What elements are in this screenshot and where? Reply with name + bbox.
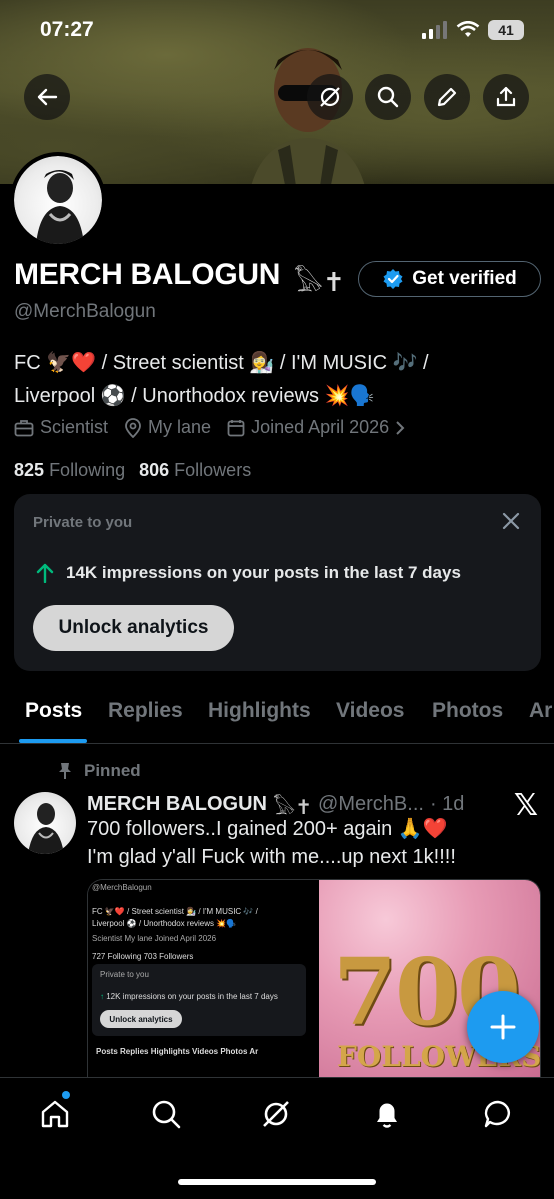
- private-card-title: Private to you: [33, 514, 133, 531]
- plus-icon: [490, 1014, 516, 1040]
- mini-meta: Scientist My lane Joined April 2026: [92, 934, 217, 943]
- joined-text: Joined April 2026: [251, 417, 390, 437]
- occupation-text: Scientist: [40, 417, 109, 437]
- message-icon: [484, 1100, 510, 1128]
- location-text: My lane: [148, 417, 212, 437]
- post-author-name[interactable]: MERCH BALOGUN: [87, 793, 267, 816]
- profile-tabs: Posts Replies Highlights Videos Photos A…: [0, 680, 554, 744]
- location-icon: [125, 417, 141, 438]
- pinned-text: Pinned: [84, 761, 141, 780]
- close-card-button[interactable]: [501, 511, 521, 536]
- share-icon: [496, 86, 516, 107]
- post-avatar-image: [28, 803, 64, 854]
- tab-videos[interactable]: Videos: [336, 699, 404, 723]
- status-time: 07:27: [40, 18, 94, 41]
- edit-icon: [437, 87, 457, 107]
- arrow-up-icon: [36, 563, 54, 583]
- close-icon: [502, 512, 520, 530]
- post-author-handle: @MerchB...: [318, 793, 424, 815]
- mini-bio: FC 🦅❤️ / Street scientist 👩‍🔬 / I'M MUSI…: [92, 906, 314, 930]
- nav-search[interactable]: [148, 1096, 184, 1132]
- bio-line: Liverpool ⚽ / Unorthodox reviews 💥🗣️: [14, 385, 375, 407]
- compose-button[interactable]: [467, 991, 539, 1063]
- briefcase-icon: [14, 419, 34, 436]
- bio-line: FC 🦅❤️ / Street scientist 👩‍🔬 / I'M MUSI…: [14, 352, 429, 374]
- profile-name-emoji: 𓅃✝: [294, 267, 345, 297]
- back-button[interactable]: [24, 74, 70, 120]
- profile-bio: FC 🦅❤️ / Street scientist 👩‍🔬 / I'M MUSI…: [14, 347, 534, 413]
- following-label: Following: [49, 460, 126, 480]
- profile-joined[interactable]: Joined April 2026: [227, 417, 405, 438]
- mini-bio-line: FC 🦅❤️ / Street scientist 👩‍🔬 / I'M MUSI…: [92, 907, 258, 916]
- grok-button[interactable]: [307, 74, 353, 120]
- mini-unlock: Unlock analytics: [100, 1010, 182, 1028]
- home-notification-dot: [62, 1091, 70, 1099]
- share-button[interactable]: [483, 74, 529, 120]
- profile-meta: Scientist My lane Joined April 2026: [14, 417, 405, 438]
- profile-avatar[interactable]: [10, 152, 106, 248]
- mini-follows: 727 Following 703 Followers: [92, 952, 194, 961]
- impressions-row: 14K impressions on your posts in the las…: [36, 563, 461, 583]
- tab-articles[interactable]: Ar: [529, 699, 552, 723]
- battery-indicator: 41: [488, 20, 524, 40]
- mini-tabs: Posts Replies Highlights Videos Photos A…: [96, 1047, 259, 1056]
- chevron-right-icon: [396, 420, 405, 435]
- wifi-icon: [456, 21, 480, 37]
- pinned-label: Pinned: [58, 761, 141, 781]
- followers-link[interactable]: 806 Followers: [139, 460, 251, 481]
- bell-icon: [377, 1103, 397, 1128]
- status-bar: 07:27 41: [0, 0, 554, 60]
- grok-nav-icon: [263, 1101, 289, 1127]
- get-verified-label: Get verified: [412, 268, 517, 289]
- search-nav-icon: [152, 1100, 181, 1129]
- signal-icon: [422, 21, 447, 39]
- x-logo-icon: 𝕏: [513, 789, 538, 822]
- tab-photos[interactable]: Photos: [432, 699, 503, 723]
- mini-impressions: ↑ 12K impressions on your posts in the l…: [100, 992, 278, 1001]
- follow-stats: 825 Following 806 Followers: [14, 460, 251, 481]
- calendar-icon: [227, 419, 245, 436]
- unlock-analytics-button[interactable]: Unlock analytics: [33, 605, 234, 651]
- get-verified-button[interactable]: Get verified: [358, 261, 541, 297]
- followers-label: Followers: [174, 460, 252, 480]
- profile-handle: @MerchBalogun: [14, 301, 156, 322]
- mini-private: Private to you: [100, 970, 149, 979]
- grok-icon: [320, 87, 340, 107]
- post-author-avatar[interactable]: [14, 792, 76, 854]
- tab-posts[interactable]: Posts: [25, 699, 82, 723]
- nav-grok[interactable]: [258, 1096, 294, 1132]
- home-icon: [41, 1100, 69, 1128]
- following-link[interactable]: 825 Following: [14, 460, 125, 481]
- media-screenshot: @MerchBalogun FC 🦅❤️ / Street scientist …: [88, 880, 317, 1077]
- profile-location: My lane: [124, 417, 211, 438]
- edit-button[interactable]: [424, 74, 470, 120]
- avatar-image: [36, 170, 84, 244]
- active-tab-indicator: [19, 739, 87, 743]
- post-age: · 1d: [429, 793, 465, 815]
- followers-count: 806: [139, 460, 170, 480]
- impressions-text: 14K impressions on your posts in the las…: [66, 563, 461, 582]
- post-text-line: I'm glad y'all Fuck with me....up next 1…: [87, 846, 456, 868]
- nav-messages[interactable]: [480, 1096, 516, 1132]
- back-icon: [37, 88, 58, 106]
- following-count: 825: [14, 460, 45, 480]
- tab-highlights[interactable]: Highlights: [208, 699, 311, 723]
- post-text: 700 followers..I gained 200+ again 🙏❤️ I…: [87, 815, 507, 871]
- nav-notifications[interactable]: [369, 1096, 405, 1132]
- search-button[interactable]: [365, 74, 411, 120]
- verified-badge-icon: [383, 269, 403, 289]
- private-analytics-card: Private to you 14K impressions on your p…: [14, 494, 541, 671]
- post-text-line: 700 followers..I gained 200+ again 🙏❤️: [87, 818, 448, 840]
- profile-occupation: Scientist: [14, 417, 108, 438]
- tab-replies[interactable]: Replies: [108, 699, 183, 723]
- home-indicator: [178, 1179, 376, 1185]
- mini-handle: @MerchBalogun: [92, 883, 152, 892]
- pin-icon: [59, 763, 71, 779]
- nav-home[interactable]: [37, 1096, 73, 1132]
- profile-name: MERCH BALOGUN: [14, 258, 281, 291]
- search-icon: [377, 86, 399, 108]
- mini-impressions-text: 12K impressions on your posts in the las…: [106, 992, 278, 1001]
- mini-card: Private to you ↑ 12K impressions on your…: [92, 964, 306, 1036]
- mini-bio-line: Liverpool ⚽ / Unorthodox reviews 💥🗣️: [92, 919, 237, 928]
